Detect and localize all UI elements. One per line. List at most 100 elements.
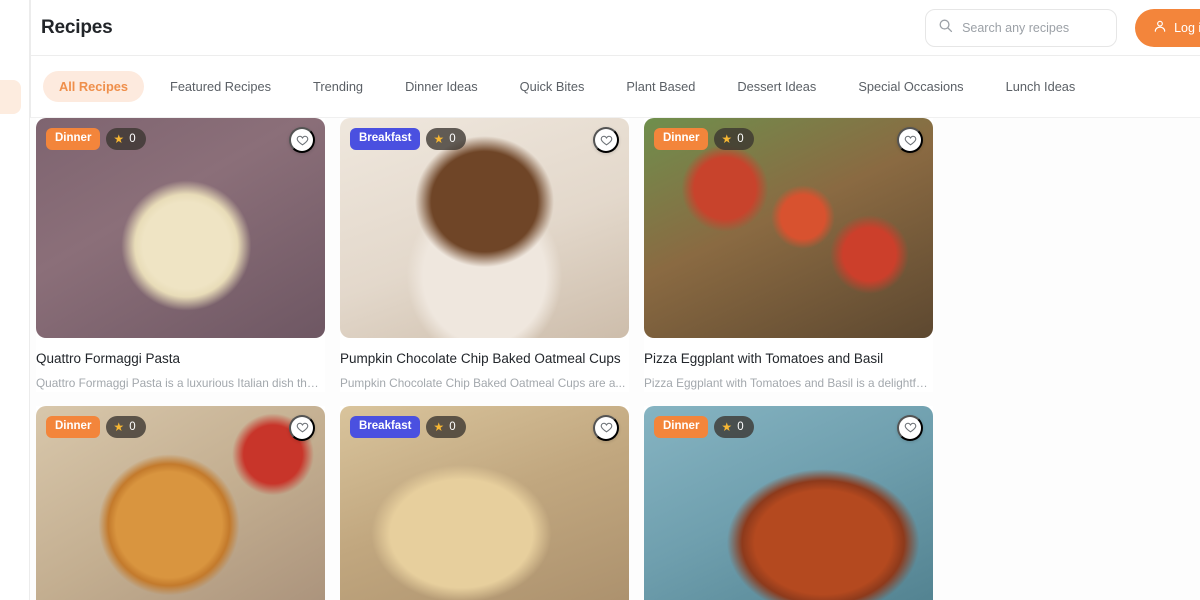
sidebar: DP Recipes Pantry Meal Plan Shopping lis… [0, 0, 30, 600]
tab-label: Featured Recipes [170, 79, 272, 94]
heart-icon [600, 135, 612, 145]
recipe-title[interactable]: Pizza Eggplant with Tomatoes and Basil [644, 351, 933, 367]
recipe-card[interactable]: Dinner★0Pizza CapricciosaPizza Capriccio… [36, 405, 325, 600]
recipes-app: DP Recipes Pantry Meal Plan Shopping lis… [0, 0, 1200, 600]
tab-label: Special Occasions [858, 79, 964, 94]
tab-label: All Recipes [59, 79, 128, 94]
category-badge: Dinner [46, 415, 101, 438]
recipe-photo [340, 118, 629, 338]
tab-lunch-ideas[interactable]: Lunch Ideas [990, 71, 1092, 102]
sidebar-item-shopping-list[interactable]: Shopping list [0, 218, 21, 252]
recipe-image[interactable]: Dinner ★ 0 [36, 405, 325, 600]
tab-plant-based[interactable]: Plant Based [610, 71, 711, 102]
sidebar-nav: Recipes Pantry Meal Plan Shopping list [0, 80, 29, 252]
card-badge-row: Dinner ★ 0 [46, 415, 146, 438]
rating-badge: ★ 0 [426, 128, 466, 150]
star-icon: ★ [721, 132, 733, 146]
rating-badge: ★ 0 [714, 415, 754, 438]
heart-icon [296, 422, 308, 433]
category-badge: Dinner [46, 128, 101, 150]
sidebar-item-settings[interactable]: Settings [0, 474, 21, 508]
heart-icon [904, 135, 916, 145]
heart-icon [904, 422, 916, 433]
card-badge-row: Dinner ★ 0 [654, 128, 754, 150]
recipe-image[interactable]: Dinner ★ 0 [644, 118, 933, 338]
tab-featured-recipes[interactable]: Featured Recipes [154, 71, 287, 102]
card-badge-row: Dinner ★ 0 [654, 415, 754, 438]
recipe-image[interactable]: Dinner ★ 0 [36, 118, 325, 338]
recipe-description: Quattro Formaggi Pasta is a luxurious It… [36, 376, 325, 391]
search-input[interactable] [962, 20, 1105, 35]
recipe-card[interactable]: Breakfast ★ 0 Pumpkin Chocolate Chip Baked … [340, 118, 629, 392]
recipe-photo [36, 118, 325, 338]
favorite-button[interactable] [289, 127, 315, 153]
page-title: Recipes [41, 16, 113, 38]
favorite-button[interactable] [289, 414, 315, 441]
search-box[interactable] [925, 8, 1118, 47]
sidebar-item-meal-plan[interactable]: Meal Plan [0, 172, 21, 206]
star-icon: ★ [721, 419, 733, 434]
rating-value: 0 [129, 420, 136, 433]
tab-dessert-ideas[interactable]: Dessert Ideas [721, 71, 832, 102]
rating-value: 0 [129, 133, 136, 145]
heart-icon [600, 422, 612, 433]
sidebar-item-recipes[interactable]: Recipes [0, 80, 21, 114]
card-badge-row: Breakfast ★ 0 [350, 415, 466, 438]
tab-label: Trending [313, 79, 364, 94]
recipe-image[interactable]: Breakfast ★ 0 [340, 118, 629, 338]
recipe-card[interactable]: Dinner ★ 0 Pizza Eggplant with Tomatoes and… [644, 118, 933, 392]
sidebar-item-support[interactable]: Support [0, 524, 21, 558]
tab-special-occasions[interactable]: Special Occasions [842, 71, 979, 102]
star-icon: ★ [113, 419, 125, 434]
header-actions: Log in/Sign up [925, 8, 1200, 47]
app-logo[interactable]: DP [0, 10, 29, 58]
recipe-card[interactable]: Dinner ★ 0 [644, 405, 933, 600]
star-icon: ★ [433, 132, 445, 146]
login-signup-button[interactable]: Log in/Sign up [1135, 8, 1200, 47]
card-badge-row: Breakfast ★ 0 [350, 128, 466, 150]
tab-quick-bites[interactable]: Quick Bites [504, 71, 601, 102]
recipe-title[interactable]: Quattro Formaggi Pasta [36, 351, 325, 367]
rating-value: 0 [737, 420, 744, 433]
sidebar-item-pantry[interactable]: Pantry [0, 126, 21, 160]
recipe-photo [644, 118, 933, 338]
tab-dinner-ideas[interactable]: Dinner Ideas [389, 71, 494, 102]
star-icon: ★ [433, 419, 445, 434]
tab-all-recipes[interactable]: All Recipes [43, 71, 144, 102]
rating-badge: ★ 0 [426, 415, 466, 438]
rating-badge: ★ 0 [106, 415, 146, 438]
rating-value: 0 [737, 133, 744, 145]
star-icon: ★ [113, 132, 125, 146]
login-signup-label: Log in/Sign up [1174, 20, 1200, 35]
rating-badge: ★ 0 [714, 128, 754, 150]
category-badge: Dinner [654, 415, 709, 438]
heart-icon [296, 135, 308, 145]
rating-badge: ★ 0 [106, 128, 146, 150]
tab-label: Plant Based [626, 79, 696, 94]
category-badge: Dinner [654, 128, 709, 150]
favorite-button[interactable] [593, 414, 619, 441]
rating-value: 0 [449, 420, 456, 433]
recipe-description: Pizza Eggplant with Tomatoes and Basil i… [644, 376, 933, 391]
tab-trending[interactable]: Trending [297, 71, 379, 102]
category-badge: Breakfast [350, 128, 421, 150]
category-tabbar: All Recipes Featured Recipes Trending Dinne… [30, 56, 1200, 118]
recipe-description: Pumpkin Chocolate Chip Baked Oatmeal Cup… [340, 376, 626, 391]
card-badge-row: Dinner ★ 0 [46, 128, 146, 150]
favorite-button[interactable] [897, 414, 923, 441]
recipe-image[interactable]: Breakfast ★ 0 [340, 405, 629, 600]
user-icon [1153, 19, 1167, 36]
recipe-title[interactable]: Pumpkin Chocolate Chip Baked Oatmeal Cup… [340, 351, 629, 367]
sidebar-bottom-nav: Settings Support [0, 474, 29, 574]
recipe-card[interactable]: Breakfast ★ 0 [340, 405, 629, 600]
tab-label: Dinner Ideas [405, 79, 478, 94]
tab-label: Quick Bites [519, 79, 585, 94]
category-badge: Breakfast [350, 415, 421, 438]
favorite-button[interactable] [593, 127, 619, 153]
tab-label: Lunch Ideas [1005, 79, 1076, 94]
recipe-card[interactable]: Dinner ★ 0 Quattro Formaggi Pasta Quattro Fo… [36, 118, 325, 392]
recipe-image[interactable]: Dinner ★ 0 [644, 405, 933, 600]
favorite-button[interactable] [897, 127, 923, 153]
recipe-grid: Dinner ★ 0 Quattro Formaggi Pasta Quattro Fo… [36, 118, 1200, 600]
page-header: Recipes Log in/Sign up [30, 0, 1200, 56]
